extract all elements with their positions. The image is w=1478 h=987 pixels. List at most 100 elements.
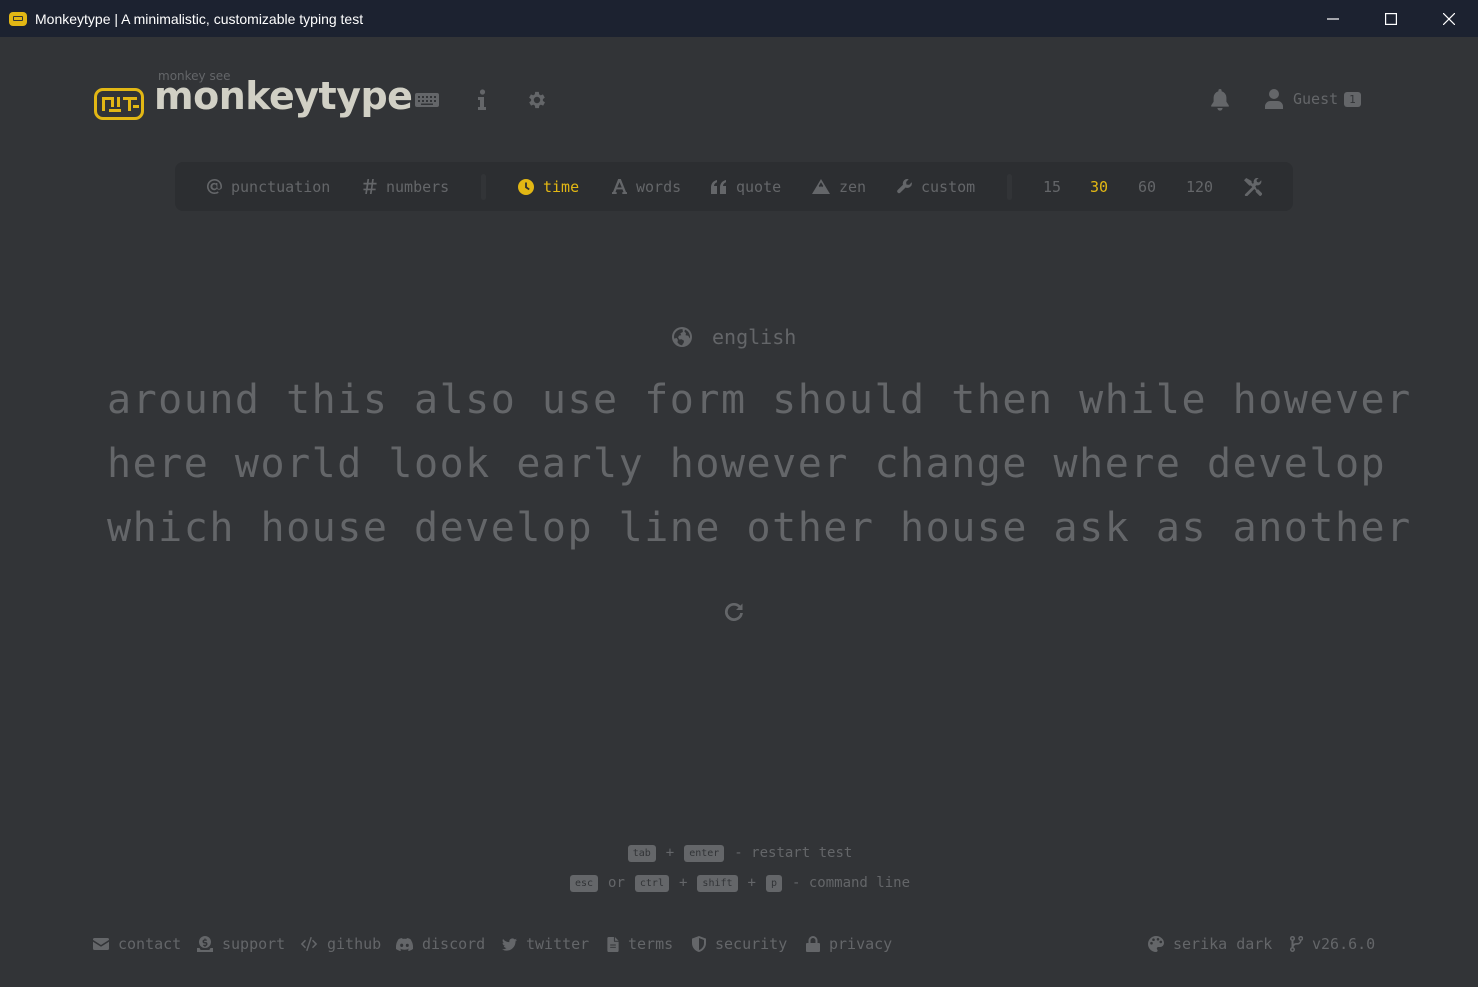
mode-words-label: words [636, 177, 682, 196]
footer-privacy-label: privacy [829, 935, 893, 953]
footer-terms[interactable]: terms [607, 932, 673, 956]
window-titlebar: Monkeytype | A minimalistic, customizabl… [0, 0, 1478, 37]
restart-icon [724, 602, 743, 621]
wrench-icon [897, 179, 912, 194]
hashtag-icon [363, 179, 377, 194]
tools-icon [1244, 177, 1262, 196]
kbd-tab: tab [627, 844, 656, 862]
user-name: Guest [1293, 90, 1339, 108]
logo-subtitle: monkey see [158, 69, 231, 83]
hint-restart: tab + enter - restart test [0, 842, 1478, 864]
mode-custom[interactable]: custom [897, 162, 975, 211]
keyboard-hints: tab + enter - restart test esc or ctrl +… [0, 842, 1478, 902]
file-icon [607, 936, 619, 952]
user-icon [1265, 89, 1283, 109]
hint-or: or [608, 875, 625, 891]
footer-security-label: security [715, 935, 788, 953]
logo[interactable]: monkey see monkeytype [94, 69, 413, 120]
duration-30-label: 30 [1090, 177, 1109, 196]
keyboard-icon[interactable] [414, 87, 440, 113]
duration-15-label: 15 [1043, 177, 1062, 196]
hint-command-line-text: - command line [792, 875, 911, 891]
punctuation-label: punctuation [231, 177, 331, 196]
mode-zen[interactable]: zen [812, 162, 866, 211]
words-area[interactable]: around this also use form should then wh… [107, 368, 1412, 560]
config-separator [1007, 174, 1012, 200]
code-icon [300, 937, 318, 951]
theme-button[interactable]: serika dark [1148, 932, 1272, 956]
mode-zen-label: zen [839, 177, 867, 196]
mountain-icon [812, 179, 830, 194]
footer-support[interactable]: support [197, 932, 285, 956]
palette-icon [1148, 936, 1164, 952]
globe-icon [672, 327, 692, 347]
kbd-enter: enter [684, 844, 725, 862]
mode-quote[interactable]: quote [711, 162, 781, 211]
minimize-icon [1327, 17, 1339, 20]
footer-github-label: github [327, 935, 382, 953]
test-config-bar: punctuation numbers time words quote zen… [175, 162, 1293, 211]
monkeytype-logo-icon [94, 88, 144, 120]
settings-icon[interactable] [524, 87, 550, 113]
version-button[interactable]: v26.6.0 [1290, 932, 1375, 956]
duration-15[interactable]: 15 [1043, 162, 1061, 211]
lock-icon [806, 936, 820, 952]
footer-terms-label: terms [628, 935, 674, 953]
footer-support-label: support [222, 935, 286, 953]
words-line-3: which house develop line other house ask… [107, 505, 1412, 551]
mode-words[interactable]: words [612, 162, 681, 211]
mode-time[interactable]: time [518, 162, 579, 211]
restart-button[interactable] [722, 600, 746, 624]
monkeytype-app-icon [9, 11, 27, 26]
mode-quote-label: quote [736, 177, 782, 196]
footer-discord[interactable]: discord [396, 932, 485, 956]
donate-icon [197, 936, 213, 952]
maximize-button[interactable] [1362, 0, 1420, 37]
duration-120[interactable]: 120 [1186, 162, 1213, 211]
quote-icon [711, 179, 726, 194]
words-line-2: here world look early however change whe… [107, 441, 1387, 487]
info-icon[interactable] [469, 87, 495, 113]
user-account-button[interactable]: Guest 1 [1265, 89, 1361, 109]
user-level-badge: 1 [1344, 91, 1361, 107]
hint-restart-text: - restart test [734, 845, 853, 861]
numbers-toggle[interactable]: numbers [363, 162, 449, 211]
close-button[interactable] [1420, 0, 1478, 37]
envelope-icon [93, 938, 109, 950]
footer-contact-label: contact [118, 935, 182, 953]
maximize-icon [1385, 12, 1397, 25]
footer-twitter[interactable]: twitter [502, 932, 589, 956]
at-icon [207, 179, 222, 194]
close-icon [1443, 12, 1455, 25]
footer-privacy[interactable]: privacy [806, 932, 892, 956]
footer-discord-label: discord [422, 935, 486, 953]
hint-plus: + [665, 845, 675, 861]
language-selector[interactable]: english [672, 325, 796, 349]
hint-command-line: esc or ctrl + shift + p - command line [0, 872, 1478, 894]
twitter-icon [502, 937, 517, 951]
duration-60[interactable]: 60 [1138, 162, 1156, 211]
kbd-p: p [765, 874, 782, 892]
duration-120-label: 120 [1186, 177, 1214, 196]
bell-icon[interactable] [1207, 87, 1233, 113]
minimize-button[interactable] [1304, 0, 1362, 37]
window-controls [1304, 0, 1478, 37]
footer-security[interactable]: security [692, 932, 787, 956]
theme-label: serika dark [1173, 935, 1273, 953]
duration-60-label: 60 [1138, 177, 1157, 196]
hint-plus: + [747, 875, 756, 891]
footer-contact[interactable]: contact [93, 932, 181, 956]
mode-custom-label: custom [921, 177, 976, 196]
code-branch-icon [1290, 936, 1303, 952]
config-separator [481, 174, 486, 200]
mode-time-label: time [543, 177, 580, 196]
custom-duration-button[interactable] [1244, 162, 1271, 211]
discord-icon [396, 937, 413, 951]
punctuation-toggle[interactable]: punctuation [207, 162, 330, 211]
kbd-shift: shift [697, 874, 738, 892]
version-label: v26.6.0 [1312, 935, 1376, 953]
duration-30[interactable]: 30 [1090, 162, 1108, 211]
words-line-1: around this also use form should then wh… [107, 377, 1412, 423]
footer-github[interactable]: github [300, 932, 381, 956]
shield-icon [692, 936, 706, 952]
